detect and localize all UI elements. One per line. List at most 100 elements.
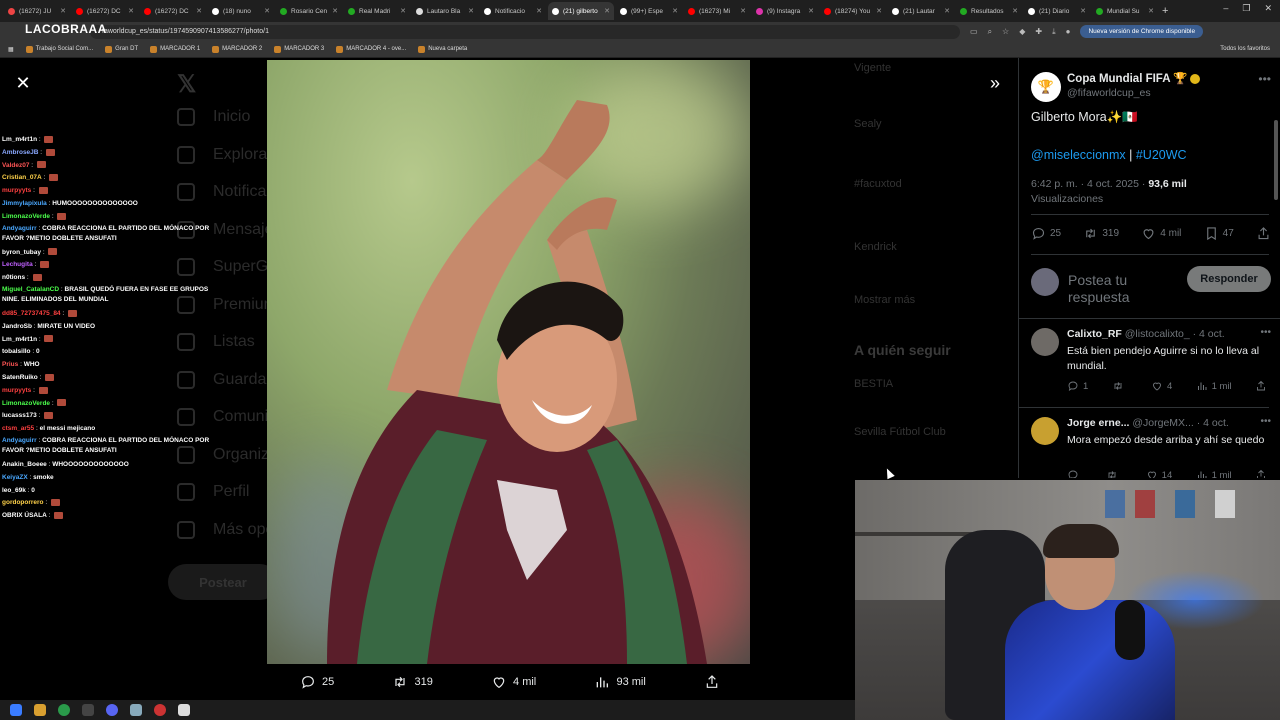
browser-tab[interactable]: Lautaro Bla ✕ xyxy=(412,2,478,20)
browser-tab[interactable]: Rosario Cen ✕ xyxy=(276,2,342,20)
chrome-update-button[interactable]: Nueva versión de Chrome disponible xyxy=(1080,25,1204,38)
chat-username[interactable]: tobalsillo xyxy=(2,348,31,355)
file-explorer-icon[interactable] xyxy=(34,704,46,716)
reply-tweet[interactable]: Jorge erne... @JorgeMX... · 4 oct. ••• Mor… xyxy=(1031,413,1271,478)
chat-username[interactable]: Lm_m4rt1n xyxy=(2,136,37,143)
photo-share-button[interactable] xyxy=(704,674,720,690)
photo-views-button[interactable]: 93 mil xyxy=(594,674,646,690)
repost-button[interactable] xyxy=(1112,380,1128,392)
chat-username[interactable]: Andyaguirr xyxy=(2,225,37,232)
all-bookmarks-folder[interactable]: Todos los favoritos xyxy=(1217,46,1270,52)
browser-tab[interactable]: (21) Diario ✕ xyxy=(1024,2,1090,20)
reply-author-handle[interactable]: @listocalixto_ · 4 oct. xyxy=(1125,328,1225,340)
tab-close-icon[interactable]: ✕ xyxy=(944,7,950,15)
new-tab-button[interactable]: + xyxy=(1162,5,1168,17)
browser-tab[interactable]: Mundial Su ✕ xyxy=(1092,2,1158,20)
obs-icon[interactable] xyxy=(154,704,166,716)
tab-close-icon[interactable]: ✕ xyxy=(196,7,202,15)
browser-tab[interactable]: Resultados ✕ xyxy=(956,2,1022,20)
minimize-icon[interactable]: – xyxy=(1223,3,1228,14)
chat-username[interactable]: murpyyts xyxy=(2,187,31,194)
bookmark-item[interactable]: MARCADOR 1 xyxy=(150,45,200,53)
extension-icon[interactable]: ◆ xyxy=(1019,27,1025,37)
reply-tweet[interactable]: Calixto_RF @listocalixto_ · 4 oct. ••• Est… xyxy=(1031,324,1271,404)
reply-avatar[interactable] xyxy=(1031,328,1059,356)
browser-tab[interactable]: Notificacio ✕ xyxy=(480,2,546,20)
browser-tab[interactable]: (9) Instagra ✕ xyxy=(752,2,818,20)
bookmark-star-icon[interactable]: ☆ xyxy=(1002,27,1009,37)
chat-username[interactable]: KeiyaZX xyxy=(2,474,28,481)
tab-close-icon[interactable]: ✕ xyxy=(536,7,542,15)
tab-close-icon[interactable]: ✕ xyxy=(672,7,678,15)
account-name[interactable]: Copa Mundial FIFA 🏆 xyxy=(1067,71,1200,85)
tab-close-icon[interactable]: ✕ xyxy=(468,7,474,15)
tab-close-icon[interactable]: ✕ xyxy=(876,7,882,15)
maximize-icon[interactable]: ❐ xyxy=(1242,3,1250,14)
browser-tab[interactable]: (18) nuno ✕ xyxy=(208,2,274,20)
account-handle[interactable]: @fifaworldcup_es xyxy=(1067,87,1151,99)
chat-username[interactable]: Andyaguirr xyxy=(2,437,37,444)
chat-username[interactable]: dd85_72737475_84 xyxy=(2,310,61,317)
photo-like-button[interactable]: 4 mil xyxy=(491,674,536,690)
bookmark-item[interactable]: MARCADOR 4 - ove... xyxy=(336,45,406,53)
tweet-time[interactable]: 6:42 p. m. · 4 oct. 2025 · xyxy=(1031,178,1148,190)
tab-close-icon[interactable]: ✕ xyxy=(264,7,270,15)
share-button[interactable] xyxy=(1255,469,1267,478)
browser-tab[interactable]: (16272) DC ✕ xyxy=(140,2,206,20)
chrome-icon[interactable] xyxy=(58,704,70,716)
like-button[interactable]: 4 xyxy=(1151,380,1172,392)
chat-username[interactable]: leo_69k xyxy=(2,487,26,494)
reply-avatar[interactable] xyxy=(1031,417,1059,445)
extensions-puzzle-icon[interactable]: ✚ xyxy=(1035,27,1042,37)
chat-username[interactable]: Anakin_Boeee xyxy=(2,461,47,468)
reply-author-name[interactable]: Jorge erne... xyxy=(1067,417,1129,429)
chat-username[interactable]: Prius xyxy=(2,361,18,368)
chat-username[interactable]: AmbroseJB xyxy=(2,149,38,156)
share-button[interactable] xyxy=(1255,380,1267,392)
repost-button[interactable]: 319 xyxy=(1083,226,1119,241)
browser-tab[interactable]: (18274) You ✕ xyxy=(820,2,886,20)
repost-button[interactable] xyxy=(1106,469,1122,478)
browser-tab[interactable]: Real Madri ✕ xyxy=(344,2,410,20)
reply-author-name[interactable]: Calixto_RF xyxy=(1067,328,1122,340)
url-field[interactable]: faworldcup_es/status/1974590907413586277… xyxy=(90,24,960,39)
app-icon[interactable] xyxy=(178,704,190,716)
chat-username[interactable]: n0tions xyxy=(2,274,25,281)
app-icon[interactable] xyxy=(82,704,94,716)
bookmark-item[interactable]: MARCADOR 3 xyxy=(274,45,324,53)
user-avatar[interactable] xyxy=(1031,268,1059,296)
bookmark-item[interactable]: Trabajo Social Com... xyxy=(25,45,93,53)
mention-link[interactable]: @miseleccionmx xyxy=(1031,148,1126,162)
chat-username[interactable]: JandroSb xyxy=(2,323,32,330)
reply-button[interactable]: 25 xyxy=(1031,226,1061,241)
tab-close-icon[interactable]: ✕ xyxy=(128,7,134,15)
profile-icon[interactable]: ● xyxy=(1066,27,1071,37)
tab-close-icon[interactable]: ✕ xyxy=(604,7,610,15)
browser-tab[interactable]: (99+) Espe ✕ xyxy=(616,2,682,20)
views-button[interactable]: 1 mil xyxy=(1196,469,1232,478)
zoom-icon[interactable]: ⌕ xyxy=(988,27,992,37)
close-window-icon[interactable]: ✕ xyxy=(1264,3,1272,14)
collapse-panel-button[interactable]: » xyxy=(983,72,1007,94)
chat-username[interactable]: Lm_m4rt1n xyxy=(2,336,37,343)
bookmark-item[interactable]: Nueva carpeta xyxy=(418,45,467,53)
tab-close-icon[interactable]: ✕ xyxy=(740,7,746,15)
chat-username[interactable]: OBRIX ÚSALA xyxy=(2,512,47,519)
share-button[interactable] xyxy=(1256,226,1271,241)
hashtag-link[interactable]: #U20WC xyxy=(1136,148,1187,162)
browser-tab[interactable]: (21) gilberto ✕ xyxy=(548,2,614,20)
close-photo-button[interactable]: ✕ xyxy=(12,72,34,94)
reply-author-handle[interactable]: @JorgeMX... · 4 oct. xyxy=(1132,417,1228,429)
browser-tab[interactable]: (16273) Mi ✕ xyxy=(684,2,750,20)
photo-reply-button[interactable]: 25 xyxy=(300,674,334,690)
bookmark-button[interactable]: 47 xyxy=(1204,226,1234,241)
downloads-icon[interactable]: ⤓ xyxy=(1052,27,1056,37)
chat-username[interactable]: Lechugita xyxy=(2,261,33,268)
like-button[interactable]: 14 xyxy=(1146,469,1172,478)
bookmark-item[interactable]: Gran DT xyxy=(105,45,138,53)
chat-username[interactable]: byron_tubay xyxy=(2,249,41,256)
chat-username[interactable]: SatenRuiko xyxy=(2,374,38,381)
chat-username[interactable]: ctsm_ar55 xyxy=(2,425,34,432)
reply-button[interactable]: 1 xyxy=(1067,380,1088,392)
photo-repost-button[interactable]: 319 xyxy=(392,674,433,690)
